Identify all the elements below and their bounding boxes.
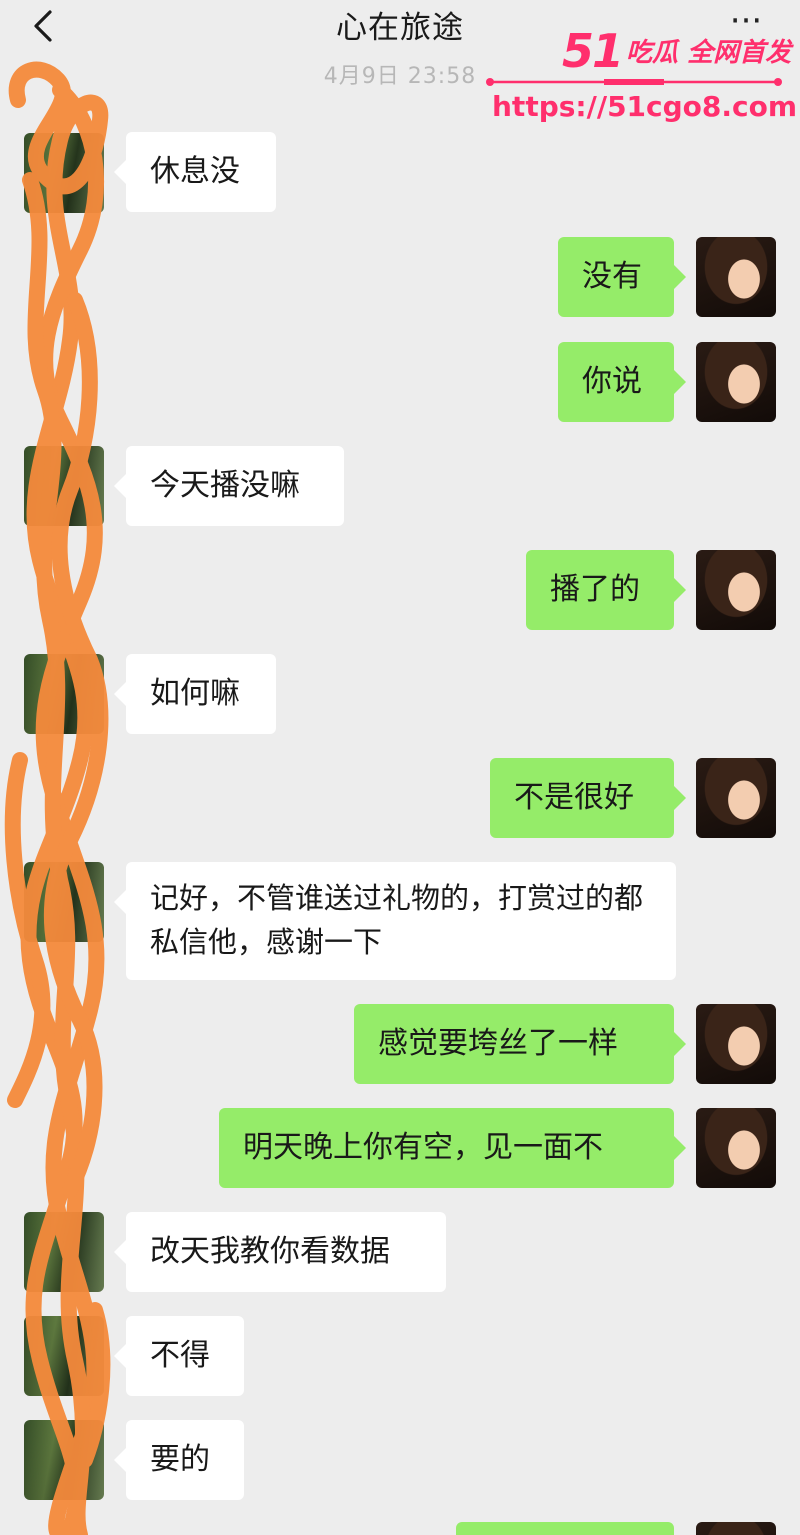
contact-avatar[interactable] [24, 1420, 104, 1500]
contact-avatar[interactable] [24, 654, 104, 734]
my-avatar[interactable] [696, 342, 776, 422]
incoming-message-bubble[interactable]: 要的 [114, 1420, 244, 1500]
watermark-logo: 51 吃瓜 全网首发 https://51cgo8.com [478, 14, 800, 124]
outgoing-message-bubble[interactable]: 感觉要垮丝了一样 [354, 1004, 686, 1084]
my-avatar[interactable] [696, 1108, 776, 1188]
contact-avatar[interactable] [24, 133, 104, 213]
incoming-message-bubble[interactable]: 不得 [114, 1316, 244, 1396]
redaction-scribble [4, 61, 111, 1535]
incoming-message-bubble[interactable]: 如何嘛 [114, 654, 276, 734]
outgoing-message-bubble[interactable]: 不是很好 [490, 758, 686, 838]
contact-avatar[interactable] [24, 446, 104, 526]
outgoing-message-bubble[interactable]: 你说 [558, 342, 686, 422]
watermark-url: https://51cgo8.com [492, 90, 798, 123]
contact-avatar[interactable] [24, 862, 104, 942]
chat-screen: 心在旅途 ··· 4月9日 23:58 51 吃瓜 全网首发 https://51… [0, 0, 800, 1535]
outgoing-message-bubble[interactable]: 播了的 [526, 550, 686, 630]
incoming-message-bubble[interactable]: 今天播没嘛 [114, 446, 344, 526]
my-avatar[interactable] [696, 1522, 776, 1535]
incoming-message-bubble[interactable]: 改天我教你看数据 [114, 1212, 446, 1292]
message-timestamp: 4月9日 23:58 [323, 64, 477, 89]
outgoing-message-bubble[interactable]: 没有 [558, 237, 686, 317]
contact-avatar[interactable] [24, 1316, 104, 1396]
incoming-message-bubble[interactable]: 休息没 [114, 132, 276, 212]
incoming-message-bubble[interactable]: 记好，不管谁送过礼物的，打赏过的都私信他，感谢一下 [114, 862, 676, 980]
outgoing-message-bubble[interactable]: 明天晚上你有空，见一面不 [219, 1108, 686, 1188]
my-avatar[interactable] [696, 237, 776, 317]
my-avatar[interactable] [696, 1004, 776, 1084]
watermark-brand-text: 吃瓜 全网首发 [626, 38, 792, 68]
watermark-brand-number: 51 [562, 24, 624, 78]
my-avatar[interactable] [696, 550, 776, 630]
outgoing-message-bubble[interactable] [456, 1522, 674, 1535]
watermark-divider [486, 78, 782, 86]
contact-avatar[interactable] [24, 1212, 104, 1292]
my-avatar[interactable] [696, 758, 776, 838]
